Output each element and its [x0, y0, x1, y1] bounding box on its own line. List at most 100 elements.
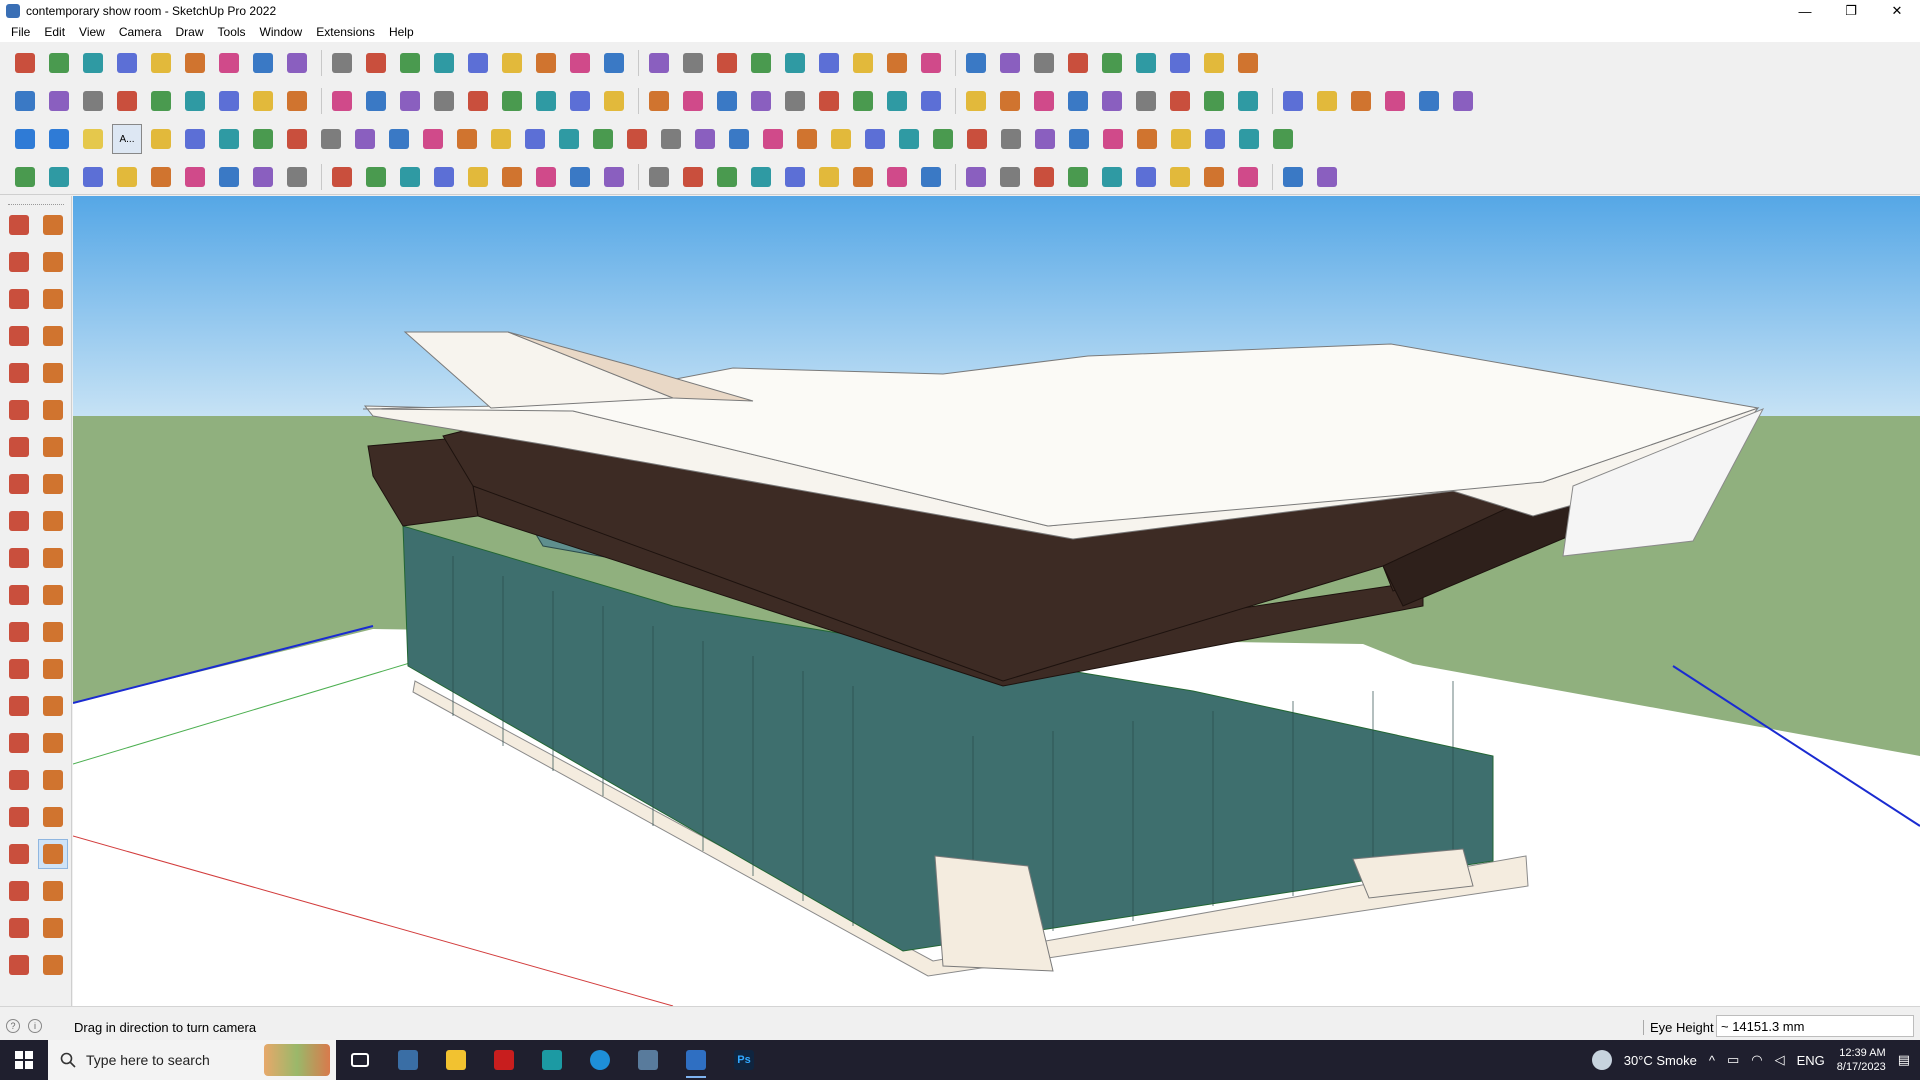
section-plane-icon[interactable]: [38, 876, 68, 906]
toolbar-1-tool-35-icon[interactable]: [1199, 48, 1229, 78]
look-around-icon[interactable]: [38, 839, 68, 869]
toolbar-1-tool-29-icon[interactable]: [995, 48, 1025, 78]
toolbar-2-tool-26-icon[interactable]: [882, 86, 912, 116]
menu-file[interactable]: File: [4, 25, 37, 39]
toolbar-4-tool-30-icon[interactable]: [1029, 162, 1059, 192]
position-camera-icon[interactable]: [4, 839, 34, 869]
orbit-icon[interactable]: [38, 210, 68, 240]
toolbar-2-tool-38-icon[interactable]: [1312, 86, 1342, 116]
toolbar-2-tool-24-icon[interactable]: [814, 86, 844, 116]
calculator-icon[interactable]: [384, 1040, 432, 1080]
toolbar-4-tool-29-icon[interactable]: [995, 162, 1025, 192]
outliner-icon[interactable]: [4, 913, 34, 943]
toolbar-2-tool-1-icon[interactable]: [10, 86, 40, 116]
palette-grip[interactable]: [8, 204, 64, 207]
toolbar-1-tool-36-icon[interactable]: [1233, 48, 1263, 78]
toolbar-4-tool-8-icon[interactable]: [248, 162, 278, 192]
axes-icon[interactable]: [4, 691, 34, 721]
toolbar-1-tool-13-icon[interactable]: [429, 48, 459, 78]
photoshop-icon[interactable]: Ps: [720, 1040, 768, 1080]
scenes-icon[interactable]: [38, 950, 68, 980]
toolbar-3-tool-33-icon[interactable]: [1098, 124, 1128, 154]
toolbar-4-tool-14-icon[interactable]: [463, 162, 493, 192]
toolbar-4-tool-37-icon[interactable]: [1278, 162, 1308, 192]
toolbar-2-tool-21-icon[interactable]: [712, 86, 742, 116]
protractor-icon[interactable]: [4, 654, 34, 684]
paint-bucket-icon[interactable]: [4, 247, 34, 277]
toolbar-2-tool-30-icon[interactable]: [1029, 86, 1059, 116]
toolbar-4-tool-31-icon[interactable]: [1063, 162, 1093, 192]
previous-icon[interactable]: [38, 802, 68, 832]
orbit2-icon[interactable]: [4, 728, 34, 758]
toolbar-3-tool-24-icon[interactable]: [792, 124, 822, 154]
toolbar-1-tool-26-icon[interactable]: [882, 48, 912, 78]
section-fill-icon[interactable]: [78, 124, 108, 154]
toolbar-2-tool-34-icon[interactable]: [1165, 86, 1195, 116]
toolbar-4-tool-6-icon[interactable]: [180, 162, 210, 192]
toolbar-1-tool-30-icon[interactable]: [1029, 48, 1059, 78]
toolbar-2-tool-28-icon[interactable]: [961, 86, 991, 116]
toolbar-3-tool-23-icon[interactable]: [758, 124, 788, 154]
toolbar-2-tool-22-icon[interactable]: [746, 86, 776, 116]
zoom-icon[interactable]: [4, 765, 34, 795]
toolbar-3-tool-16-icon[interactable]: [520, 124, 550, 154]
toolbar-3-tool-10-icon[interactable]: [316, 124, 346, 154]
toolbar-2-tool-23-icon[interactable]: [780, 86, 810, 116]
toolbar-3-tool-14-icon[interactable]: [452, 124, 482, 154]
info-icon[interactable]: i: [28, 1019, 42, 1033]
toolbar-3-tool-17-icon[interactable]: [554, 124, 584, 154]
toolbar-4-tool-33-icon[interactable]: [1131, 162, 1161, 192]
start-button[interactable]: [0, 1040, 48, 1080]
toolbar-2-tool-7-icon[interactable]: [214, 86, 244, 116]
restore-button[interactable]: ❐: [1828, 0, 1874, 22]
menu-extensions[interactable]: Extensions: [309, 25, 382, 39]
tray-chevron-icon[interactable]: ^: [1709, 1053, 1715, 1068]
toolbar-2-tool-14-icon[interactable]: [463, 86, 493, 116]
freehand-icon[interactable]: [38, 321, 68, 351]
minimize-button[interactable]: —: [1782, 0, 1828, 22]
toolbar-1-tool-23-icon[interactable]: [780, 48, 810, 78]
toolbar-1-tool-32-icon[interactable]: [1097, 48, 1127, 78]
follow-me-icon[interactable]: [38, 543, 68, 573]
toolbar-2-tool-32-icon[interactable]: [1097, 86, 1127, 116]
toolbar-2-tool-17-icon[interactable]: [565, 86, 595, 116]
toolbar-3-tool-7-icon[interactable]: [214, 124, 244, 154]
toolbar-1-tool-1-icon[interactable]: [10, 48, 40, 78]
toolbar-2-tool-6-icon[interactable]: [180, 86, 210, 116]
close-button[interactable]: ✕: [1874, 0, 1920, 22]
toolbar-2-tool-15-icon[interactable]: [497, 86, 527, 116]
move-icon[interactable]: [4, 506, 34, 536]
arc-icon[interactable]: [4, 432, 34, 462]
menu-help[interactable]: Help: [382, 25, 421, 39]
toolbar-4-tool-18-icon[interactable]: [599, 162, 629, 192]
text-icon[interactable]: [38, 654, 68, 684]
3d-text-icon[interactable]: [38, 691, 68, 721]
section-cut-icon[interactable]: [44, 124, 74, 154]
toolbar-4-tool-25-icon[interactable]: [848, 162, 878, 192]
toolbar-1-tool-11-icon[interactable]: [361, 48, 391, 78]
toolbar-4-tool-24-icon[interactable]: [814, 162, 844, 192]
toolbar-3-tool-31-icon[interactable]: [1030, 124, 1060, 154]
toolbar-2-tool-12-icon[interactable]: [395, 86, 425, 116]
toolbar-3-tool-22-icon[interactable]: [724, 124, 754, 154]
menu-camera[interactable]: Camera: [112, 25, 169, 39]
pie-icon[interactable]: [38, 432, 68, 462]
toolbar-1-tool-5-icon[interactable]: [146, 48, 176, 78]
menu-view[interactable]: View: [72, 25, 112, 39]
toolbar-2-tool-5-icon[interactable]: [146, 86, 176, 116]
notifications-icon[interactable]: ▤: [1898, 1052, 1910, 1068]
toolbar-2-tool-33-icon[interactable]: [1131, 86, 1161, 116]
sketchup-taskbar-icon[interactable]: [672, 1040, 720, 1080]
toolbar-4-tool-38-icon[interactable]: [1312, 162, 1342, 192]
toolbar-2-tool-31-icon[interactable]: [1063, 86, 1093, 116]
eraser-icon[interactable]: [38, 247, 68, 277]
toolbar-4-tool-34-icon[interactable]: [1165, 162, 1195, 192]
toolbar-2-tool-42-icon[interactable]: [1448, 86, 1478, 116]
toolbar-3-tool-25-icon[interactable]: [826, 124, 856, 154]
toolbar-4-tool-10-icon[interactable]: [327, 162, 357, 192]
section-plane-icon[interactable]: [10, 124, 40, 154]
toolbar-4-tool-17-icon[interactable]: [565, 162, 595, 192]
push-pull-icon[interactable]: [38, 506, 68, 536]
toolbar-2-tool-40-icon[interactable]: [1380, 86, 1410, 116]
toolbar-4-tool-5-icon[interactable]: [146, 162, 176, 192]
